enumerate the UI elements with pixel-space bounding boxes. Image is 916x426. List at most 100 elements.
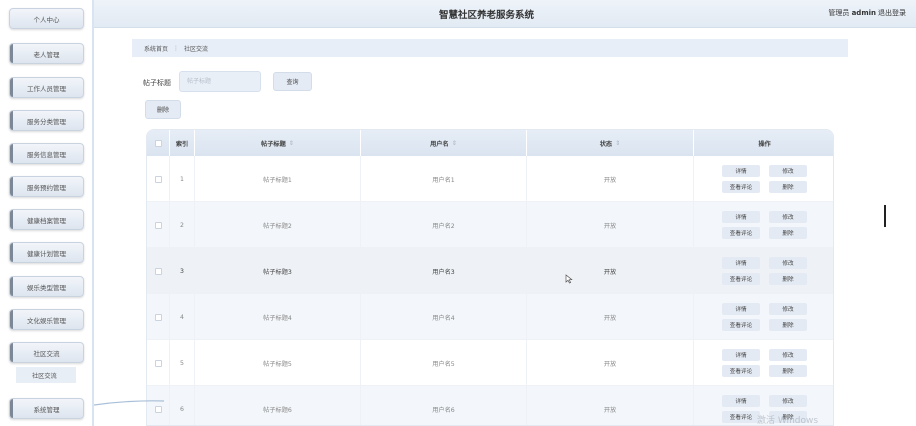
- row-select-cell[interactable]: [147, 156, 170, 202]
- sidebar-subitem-community[interactable]: 社区交流: [16, 367, 76, 383]
- row-username: 用户名2: [361, 202, 527, 248]
- header-title-label: 帖子标题: [261, 140, 286, 148]
- delete-button[interactable]: 删除: [769, 181, 807, 193]
- posts-table: 索引 帖子标题 ⇕ 用户名 ⇕ 状态 ⇕ 操作 1 帖子标题1 用户名1 开放 详情 修改 查看评…: [146, 129, 834, 426]
- view-comments-button[interactable]: 查看评论: [722, 365, 760, 377]
- header-status[interactable]: 状态 ⇕: [527, 130, 694, 156]
- row-status: 开放: [527, 340, 694, 386]
- edit-button[interactable]: 修改: [769, 165, 807, 177]
- detail-button[interactable]: 详情: [722, 211, 760, 223]
- sort-icon[interactable]: ⇕: [615, 140, 620, 147]
- delete-button[interactable]: 删除: [769, 365, 807, 377]
- row-status: 开放: [527, 294, 694, 340]
- sidebar-item-label: 工作人员管理: [27, 84, 66, 93]
- detail-button[interactable]: 详情: [722, 165, 760, 177]
- row-select-cell[interactable]: [147, 202, 170, 248]
- view-comments-button[interactable]: 查看评论: [722, 411, 760, 423]
- sidebar-item-health-records[interactable]: 健康档案管理: [9, 209, 84, 230]
- top-header: 智慧社区养老服务系统 管理员 admin 退出登录: [94, 0, 916, 28]
- sidebar-item-service-booking[interactable]: 服务预约管理: [9, 176, 84, 197]
- row-actions: 详情 修改 查看评论 删除: [694, 156, 833, 202]
- sidebar-item-entertainment-types[interactable]: 娱乐类型管理: [9, 276, 84, 297]
- header-select-all[interactable]: [147, 130, 170, 156]
- search-input[interactable]: [179, 71, 261, 92]
- sidebar-item-profile[interactable]: 个人中心: [9, 8, 84, 29]
- user-info: 管理员 admin: [828, 8, 876, 18]
- row-status: 开放: [527, 386, 694, 425]
- sidebar-item-elderly[interactable]: 老人管理: [9, 43, 84, 64]
- breadcrumb-separator: ⋮: [173, 44, 180, 52]
- row-select-cell[interactable]: [147, 294, 170, 340]
- view-comments-button[interactable]: 查看评论: [722, 227, 760, 239]
- table-row[interactable]: 2 帖子标题2 用户名2 开放 详情 修改 查看评论 删除: [147, 202, 833, 248]
- sidebar: 个人中心 老人管理 工作人员管理 服务分类管理 服务信息管理 服务预约管理 健康…: [0, 0, 93, 426]
- table-row[interactable]: 5 帖子标题5 用户名5 开放 详情 修改 查看评论 删除: [147, 340, 833, 386]
- sidebar-item-system[interactable]: 系统管理: [9, 398, 84, 419]
- sidebar-item-health-plans[interactable]: 健康计划管理: [9, 242, 84, 263]
- sidebar-item-service-category[interactable]: 服务分类管理: [9, 110, 84, 131]
- row-actions: 详情 修改 查看评论 删除: [694, 340, 833, 386]
- row-checkbox[interactable]: [154, 313, 162, 321]
- batch-delete-button[interactable]: 删除: [145, 100, 181, 119]
- row-username: 用户名1: [361, 156, 527, 202]
- row-checkbox[interactable]: [154, 405, 162, 413]
- logout-link[interactable]: 退出登录: [878, 8, 906, 18]
- detail-button[interactable]: 详情: [722, 303, 760, 315]
- delete-button[interactable]: 删除: [769, 227, 807, 239]
- header-username[interactable]: 用户名 ⇕: [361, 130, 527, 156]
- header-ops-label: 操作: [758, 140, 771, 148]
- sidebar-item-label: 娱乐类型管理: [27, 283, 66, 292]
- detail-button[interactable]: 详情: [722, 395, 760, 407]
- sidebar-item-culture-entertainment[interactable]: 文化娱乐管理: [9, 309, 84, 330]
- sidebar-item-community[interactable]: 社区交流: [9, 342, 84, 363]
- header-title[interactable]: 帖子标题 ⇕: [195, 130, 361, 156]
- table-row[interactable]: 6 帖子标题6 用户名6 开放 详情 修改 查看评论 删除: [147, 386, 833, 425]
- query-button[interactable]: 查询: [273, 72, 312, 91]
- table-row[interactable]: 3 帖子标题3 用户名3 开放 详情 修改 查看评论 删除: [147, 248, 833, 294]
- sidebar-item-service-info[interactable]: 服务信息管理: [9, 143, 84, 164]
- detail-button[interactable]: 详情: [722, 257, 760, 269]
- sidebar-item-label: 文化娱乐管理: [27, 316, 66, 325]
- breadcrumb-home[interactable]: 系统首页: [144, 44, 168, 53]
- sidebar-item-label: 老人管理: [33, 50, 60, 59]
- sidebar-item-label: 服务预约管理: [27, 183, 66, 192]
- app-title: 智慧社区养老服务系统: [439, 10, 535, 21]
- header-ops: 操作: [694, 130, 833, 156]
- table-row[interactable]: 1 帖子标题1 用户名1 开放 详情 修改 查看评论 删除: [147, 156, 833, 202]
- view-comments-button[interactable]: 查看评论: [722, 319, 760, 331]
- row-checkbox[interactable]: [154, 221, 162, 229]
- delete-button[interactable]: 删除: [769, 273, 807, 285]
- row-title: 帖子标题2: [195, 202, 361, 248]
- edit-button[interactable]: 修改: [769, 395, 807, 407]
- row-checkbox[interactable]: [154, 267, 162, 275]
- detail-button[interactable]: 详情: [722, 349, 760, 361]
- row-title: 帖子标题1: [195, 156, 361, 202]
- table-row[interactable]: 4 帖子标题4 用户名4 开放 详情 修改 查看评论 删除: [147, 294, 833, 340]
- row-index: 5: [170, 340, 195, 386]
- row-index: 1: [170, 156, 195, 202]
- edit-button[interactable]: 修改: [769, 303, 807, 315]
- edit-button[interactable]: 修改: [769, 211, 807, 223]
- header-username-label: 用户名: [430, 140, 449, 148]
- header-index: 索引: [170, 130, 195, 156]
- sidebar-item-staff[interactable]: 工作人员管理: [9, 77, 84, 98]
- row-checkbox[interactable]: [154, 175, 162, 183]
- row-index: 2: [170, 202, 195, 248]
- row-checkbox[interactable]: [154, 359, 162, 367]
- decorative-curve: [94, 400, 164, 406]
- row-status: 开放: [527, 156, 694, 202]
- sort-icon[interactable]: ⇕: [452, 140, 457, 147]
- sort-icon[interactable]: ⇕: [289, 140, 294, 147]
- view-comments-button[interactable]: 查看评论: [722, 273, 760, 285]
- sidebar-item-label: 服务分类管理: [27, 117, 66, 126]
- edit-button[interactable]: 修改: [769, 349, 807, 361]
- view-comments-button[interactable]: 查看评论: [722, 181, 760, 193]
- row-select-cell[interactable]: [147, 386, 170, 425]
- select-all-checkbox[interactable]: [154, 139, 162, 147]
- edit-button[interactable]: 修改: [769, 257, 807, 269]
- sidebar-item-label: 健康计划管理: [27, 249, 66, 258]
- row-select-cell[interactable]: [147, 340, 170, 386]
- row-select-cell[interactable]: [147, 248, 170, 294]
- delete-button[interactable]: 删除: [769, 319, 807, 331]
- sidebar-item-label: 系统管理: [33, 405, 60, 414]
